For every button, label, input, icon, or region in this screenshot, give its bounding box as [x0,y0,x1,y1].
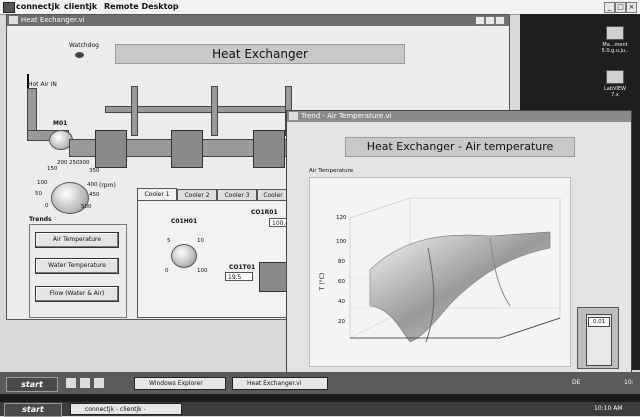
desktop-icon[interactable] [66,378,76,388]
z-tick: 20 [338,319,345,325]
rpm-tick: 100 [37,180,48,186]
z-tick: 40 [338,299,345,305]
language-indicator[interactable]: DE [572,379,580,386]
minimize-button[interactable]: _ [604,2,615,13]
trend-page-title: Heat Exchanger - Air temperature [345,137,575,157]
co1t01-value[interactable]: 19,5 [225,272,253,281]
z-tick: 100 [336,239,347,245]
temperature-surface [369,231,551,343]
window-title: Heat Exchanger.vi [21,16,85,24]
z-tick: 80 [338,259,345,265]
page-title: Heat Exchanger [115,44,405,64]
cooler-unit-1[interactable] [95,130,127,168]
explorer-icon[interactable] [80,378,90,388]
trend-window-title: Trend - Air Temperature.vi [301,112,392,120]
close-button[interactable]: × [626,2,637,13]
cooler-knob-label: C01H01 [171,218,198,225]
local-clock: 10:10 AM [594,405,623,412]
z-axis-label: T (°C) [319,272,327,291]
watchdog-led [75,52,84,58]
water-riser-1 [131,86,138,136]
hot-air-in-label: Hot Air IN [28,81,57,88]
vi-close-button[interactable] [495,16,505,25]
remote-start-button[interactable]: start [6,377,58,392]
computer-icon [606,26,624,40]
remote-taskbar: start Windows Explorer Heat Exchanger.vi… [0,372,640,394]
desktop-icon-management[interactable]: Ma...ment 5.0.g.u.ju.. [600,26,630,54]
rpm-tick: 400 [87,182,98,188]
menu-connectjk[interactable]: connectjk [16,2,60,11]
watchdog-label: Watchdog [69,42,99,49]
local-taskbar: start connectjk - clientjk - 10:10 AM [0,402,640,417]
3d-surface-graph[interactable]: T (°C) 120 100 80 60 40 20 [309,177,571,367]
z-tick: 60 [338,279,345,285]
vi-minimize-button[interactable] [475,16,485,25]
cooler-unit-2[interactable] [171,130,203,168]
co1t01-label: CO1T01 [229,264,256,271]
rpm-tick: 0 [45,203,49,209]
labview-icon [606,70,624,84]
rpm-tick: 350 [89,168,100,174]
trend-window: Trend - Air Temperature.vi Heat Exchange… [286,110,632,376]
vi-maximize-button[interactable] [485,16,495,25]
remote-desktop-titlebar: connectjk clientjk Remote Desktop _ □ × [0,0,640,15]
rpm-tick: 200 [57,160,68,166]
clock: 10: [624,379,634,386]
vi-icon [289,112,298,120]
remote-desktop-icon [3,2,15,13]
maximize-button[interactable]: □ [615,2,626,13]
rpm-tick: 50 [35,191,42,197]
rpm-tick: 450 [89,192,100,198]
desktop-icon-label: LabVIEW 7.x [603,86,627,98]
taskbar-item-connect[interactable]: connectjk - clientjk - [70,403,182,415]
vi-icon [9,16,18,24]
desktop-icon-label: Ma...ment 5.0.g.u.ju.. [601,42,629,54]
menu-remote-desktop[interactable]: Remote Desktop [104,2,179,11]
rpm-tick: 250 [69,160,80,166]
local-start-button[interactable]: start [4,403,62,417]
heat-exchanger-titlebar: Heat Exchanger.vi [7,15,509,26]
knob-tick: 0 [165,268,169,274]
co1r01-label: CO1R01 [251,209,278,216]
water-riser-2 [211,86,218,136]
desktop-icon-labview[interactable]: LabVIEW 7.x [600,70,630,98]
knob-tick: 100 [197,268,208,274]
browser-icon[interactable] [94,378,104,388]
graph-label: Air Temperature [309,168,354,174]
z-tick: 120 [336,215,347,221]
trend-titlebar: Trend - Air Temperature.vi [287,111,631,122]
knob-tick: 5 [167,238,171,244]
knob-tick: 10 [197,238,204,244]
motor-label: M01 [53,120,68,127]
rpm-tick: 150 [47,166,58,172]
taskbar-item-explorer[interactable]: Windows Explorer [134,377,226,390]
cooler-unit-3[interactable] [253,130,285,168]
water-temperature-button[interactable]: Water Temperature [35,258,119,274]
trends-label: Trends [29,216,52,223]
taskbar-item-heat-exchanger[interactable]: Heat Exchanger.vi [232,377,328,390]
separator [0,394,640,402]
cooler-valve-knob[interactable] [171,244,197,268]
menu-clientjk[interactable]: clientjk [64,2,97,11]
indicator-value: 0.01 [588,317,610,327]
rpm-tick: 300 [79,160,90,166]
flow-button[interactable]: Flow (Water & Air) [35,286,119,302]
air-temperature-button[interactable]: Air Temperature [35,232,119,248]
indicator-panel: 0.01 [577,307,619,369]
surface-plot [349,197,561,343]
rpm-unit-label: (rpm) [99,182,116,189]
rpm-tick: 500 [81,204,92,210]
